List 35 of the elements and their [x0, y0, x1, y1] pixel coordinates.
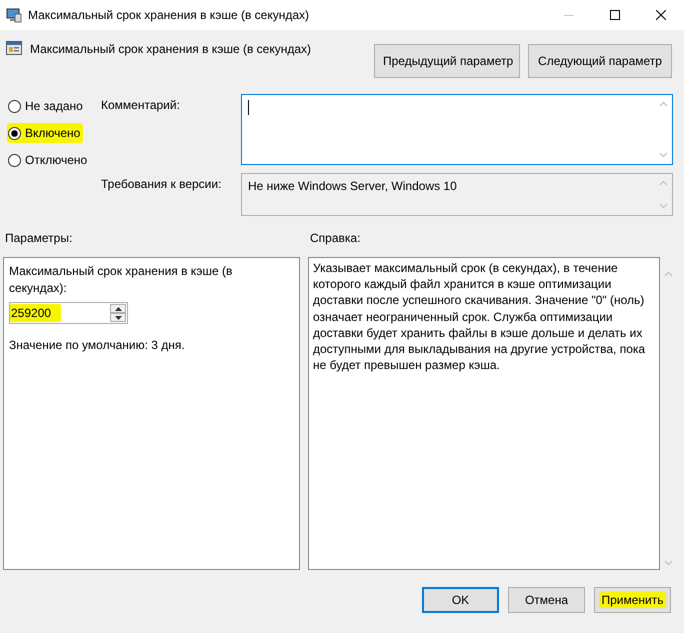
options-heading: Параметры:: [5, 231, 74, 245]
policy-setting-icon: [6, 40, 22, 56]
number-field[interactable]: 259200: [9, 302, 128, 324]
spin-down-button[interactable]: [110, 313, 126, 322]
scroll-down-icon[interactable]: [659, 203, 668, 209]
setting-label: Максимальный срок хранения в кэше (в секундах):: [9, 263, 234, 297]
triangle-down-icon: [114, 316, 122, 320]
computer-icon: [6, 7, 22, 23]
radio-option[interactable]: Включено: [7, 123, 84, 143]
radio-option[interactable]: Не задано: [7, 96, 86, 116]
policy-name: Максимальный срок хранения в кэше (в секундах): [30, 42, 312, 56]
apply-button[interactable]: Применить: [594, 587, 671, 613]
maximize-icon: [610, 10, 620, 20]
window-title: Максимальный срок хранения в кэше (в секундах): [28, 8, 310, 22]
spin-up-button[interactable]: [110, 304, 126, 313]
cancel-button[interactable]: Отмена: [508, 587, 585, 613]
radio-option[interactable]: Отключено: [7, 150, 90, 170]
scroll-down-icon[interactable]: [664, 560, 673, 566]
help-text: Указывает максимальный срок (в секундах), в течение которого каждый файл хранится в кэше оптимизации доставки после успешного скачивания. Значение "0" (ноль) означает неограниченный срок. Служба оптимизации доставки будет хранить файлы в кэше дольше и делать их доступными для выкладывания на другие устройства, пока не будет превышен размер кэша.: [308, 257, 660, 570]
scroll-up-icon[interactable]: [664, 271, 673, 277]
scroll-down-icon[interactable]: [659, 152, 668, 158]
triangle-up-icon: [114, 306, 122, 310]
ok-button[interactable]: OK: [422, 587, 499, 613]
scroll-up-icon[interactable]: [659, 180, 668, 186]
close-icon: [656, 10, 666, 20]
comment-field[interactable]: [241, 94, 673, 165]
comment-label: Комментарий:: [101, 97, 181, 114]
scroll-up-icon[interactable]: [659, 101, 668, 107]
default-value-note: Значение по умолчанию: 3 дня.: [9, 338, 185, 352]
help-heading: Справка:: [310, 231, 360, 245]
next-setting-button[interactable]: Следующий параметр: [528, 44, 672, 78]
previous-setting-button[interactable]: Предыдущий параметр: [374, 44, 520, 78]
version-requirements-label: Требования к версии:: [101, 176, 222, 193]
version-requirements-value: Не ниже Windows Server, Windows 10: [248, 179, 457, 193]
text-cursor-icon: [248, 100, 249, 115]
